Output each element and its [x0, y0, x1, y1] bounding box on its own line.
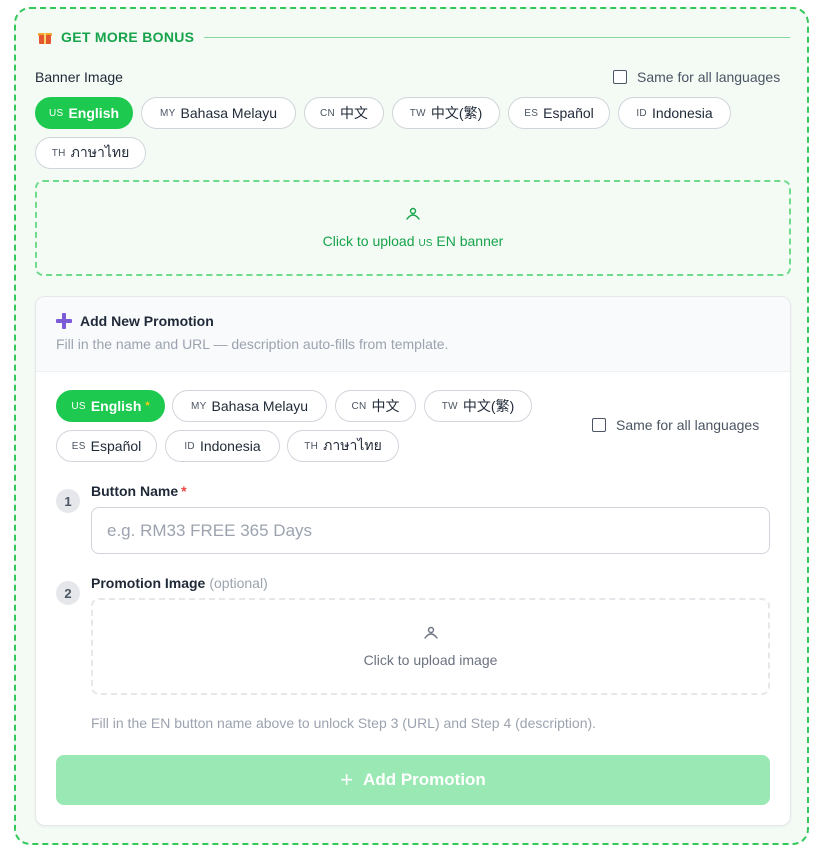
lang-name: Indonesia: [199, 438, 261, 454]
promotion-image-label: Promotion Image (optional): [91, 575, 268, 591]
step-number-1: 1: [56, 489, 80, 513]
add-promotion-label: Add Promotion: [363, 770, 486, 789]
upload-image-text: Click to upload image: [363, 651, 498, 668]
lang-code: ES: [524, 107, 539, 119]
lang-name: 中文(繁): [430, 105, 483, 121]
lang-code: ES: [71, 440, 86, 452]
promo-lang-tab-id[interactable]: ID Indonesia: [165, 430, 280, 462]
checkbox-box[interactable]: [592, 418, 606, 432]
checkbox-box[interactable]: [613, 70, 627, 84]
promotion-image-dropzone[interactable]: Click to upload image: [91, 598, 770, 695]
upload-suffix: EN banner: [436, 233, 504, 249]
lang-code: ID: [636, 107, 647, 119]
lang-name: ภาษาไทย: [70, 144, 130, 160]
banner-upload-dropzone[interactable]: Click to upload US EN banner: [35, 180, 791, 276]
lang-code: MY: [190, 400, 207, 412]
section-title: GET MORE BONUS: [61, 29, 195, 45]
upload-icon: [423, 626, 438, 639]
banner-lang-tab-id[interactable]: ID Indonesia: [618, 97, 731, 129]
lang-name: Indonesia: [651, 105, 713, 121]
promo-lang-tab-es[interactable]: ES Español: [56, 430, 157, 462]
checkbox-label: Same for all languages: [616, 417, 760, 433]
banner-lang-tab-us[interactable]: US English: [35, 97, 133, 129]
promo-lang-tab-my[interactable]: MY Bahasa Melayu: [172, 390, 327, 422]
promo-same-all-checkbox[interactable]: Same for all languages: [592, 417, 759, 433]
button-name-input[interactable]: [91, 507, 770, 554]
lang-name: 中文(繁): [462, 398, 515, 414]
lang-code: US: [48, 107, 64, 119]
lang-code: CN: [351, 400, 367, 412]
banner-lang-tab-my[interactable]: MY Bahasa Melayu: [141, 97, 296, 129]
upload-prefix: Click to upload: [322, 233, 415, 249]
required-mark: *: [181, 483, 187, 499]
card-subtitle: Fill in the name and URL — description a…: [56, 336, 449, 352]
banner-same-all-checkbox[interactable]: Same for all languages: [613, 69, 780, 85]
lang-name: 中文: [340, 105, 369, 121]
card-title: Add New Promotion: [80, 313, 214, 329]
lang-code: TW: [409, 107, 426, 119]
lang-name: ภาษาไทย: [323, 437, 382, 453]
required-star: *: [145, 400, 150, 412]
promo-lang-tab-us[interactable]: US English *: [56, 390, 165, 422]
lang-name: Bahasa Melayu: [211, 398, 309, 414]
lang-name: Español: [90, 438, 142, 454]
lang-code: TW: [441, 400, 458, 412]
upload-lang-code: US: [418, 238, 433, 249]
add-promotion-card: Add New Promotion Fill in the name and U…: [35, 296, 791, 826]
lang-code: ID: [184, 440, 195, 452]
lang-name: English: [90, 398, 142, 414]
section-divider: [204, 36, 790, 38]
banner-lang-tab-es[interactable]: ES Español: [508, 97, 610, 129]
banner-lang-tab-th[interactable]: TH ภาษาไทย: [35, 137, 146, 169]
plus-icon: [56, 313, 72, 329]
optional-mark: (optional): [209, 575, 268, 591]
promo-lang-tab-cn[interactable]: CN 中文: [335, 390, 416, 422]
label-text: Promotion Image: [91, 575, 206, 591]
upload-icon: [406, 207, 420, 220]
banner-upload-text: Click to upload US EN banner: [323, 233, 504, 249]
promo-lang-tab-th[interactable]: TH ภาษาไทย: [287, 430, 399, 462]
lang-name: 中文: [371, 398, 400, 414]
gift-icon: [38, 30, 52, 44]
banner-lang-tab-cn[interactable]: CN 中文: [304, 97, 384, 129]
step-number-2: 2: [56, 581, 80, 605]
banner-lang-tab-tw[interactable]: TW 中文(繁): [392, 97, 500, 129]
lang-code: MY: [159, 107, 176, 119]
checkbox-label: Same for all languages: [637, 69, 781, 85]
lang-name: English: [68, 105, 120, 121]
label-text: Button Name: [91, 483, 179, 499]
promo-lang-tab-tw[interactable]: TW 中文(繁): [424, 390, 532, 422]
lang-code: US: [71, 400, 86, 412]
lang-code: CN: [319, 107, 336, 119]
plus-icon: +: [340, 767, 354, 792]
button-name-label: Button Name *: [91, 483, 187, 499]
card-header: Add New Promotion Fill in the name and U…: [36, 297, 790, 372]
lang-code: TH: [304, 440, 319, 452]
section-header: GET MORE BONUS: [38, 27, 790, 47]
banner-image-label: Banner Image: [35, 69, 123, 85]
lang-name: Bahasa Melayu: [180, 105, 278, 121]
add-promotion-button[interactable]: + Add Promotion: [56, 755, 770, 805]
unlock-hint: Fill in the EN button name above to unlo…: [91, 715, 597, 731]
lang-name: Español: [543, 105, 594, 121]
lang-code: TH: [51, 147, 66, 159]
